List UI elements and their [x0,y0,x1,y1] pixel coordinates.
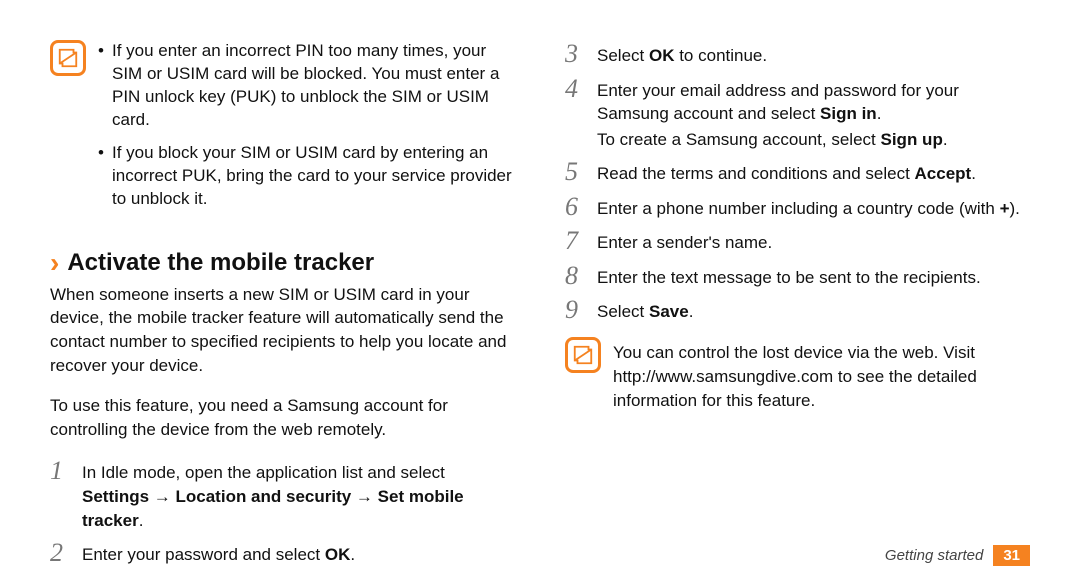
paragraph: When someone inserts a new SIM or USIM c… [50,283,515,378]
note-box: You can control the lost device via the … [565,337,1030,412]
text: Select [597,302,649,321]
step-1: 1 In Idle mode, open the application lis… [50,457,515,532]
note-bullets: If you enter an incorrect PIN too many t… [98,40,515,211]
step-number: 7 [565,227,583,256]
text: to continue. [674,46,767,65]
text: . [943,130,948,149]
steps: 1 In Idle mode, open the application lis… [50,457,515,573]
text-bold: + [1000,199,1010,218]
step-8: 8 Enter the text message to be sent to t… [565,262,1030,291]
step-text: Read the terms and conditions and select… [597,158,1030,187]
steps: 3 Select OK to continue. 4 Enter your em… [565,40,1030,331]
step-9: 9 Select Save. [565,296,1030,325]
text-bold: Sign in [820,104,877,123]
step-text: Enter your password and select OK. [82,539,515,568]
step-2: 2 Enter your password and select OK. [50,539,515,568]
text: Select [597,46,649,65]
text-bold: OK [325,545,351,564]
text: Enter your email address and password fo… [597,81,959,124]
note-icon [565,337,601,373]
right-column: 3 Select OK to continue. 4 Enter your em… [565,40,1030,566]
text: . [139,511,144,530]
note-content: If you enter an incorrect PIN too many t… [98,40,515,221]
note-icon [50,40,86,76]
page-number: 31 [993,545,1030,566]
paragraph: To use this feature, you need a Samsung … [50,394,515,442]
text: In Idle mode, open the application list … [82,463,445,482]
step-number: 6 [565,193,583,222]
step-text: In Idle mode, open the application list … [82,457,515,532]
text: . [971,164,976,183]
text: . [689,302,694,321]
step-number: 2 [50,539,68,568]
text-bold: OK [649,46,675,65]
step-number: 8 [565,262,583,291]
step-number: 1 [50,457,68,532]
step-text: Enter the text message to be sent to the… [597,262,1030,291]
step-text: Enter a phone number including a country… [597,193,1030,222]
text: Enter a phone number including a country… [597,199,1000,218]
step-number: 4 [565,75,583,152]
text: . [877,104,882,123]
step-number: 3 [565,40,583,69]
page: If you enter an incorrect PIN too many t… [0,0,1080,586]
text: Read the terms and conditions and select [597,164,915,183]
step-text: Enter a sender's name. [597,227,1030,256]
text-bold: Accept [915,164,972,183]
step-number: 5 [565,158,583,187]
step-text: Enter your email address and password fo… [597,75,1030,152]
note-box: If you enter an incorrect PIN too many t… [50,40,515,221]
text: Enter your password and select [82,545,325,564]
note-text: You can control the lost device via the … [613,337,1030,412]
page-footer: Getting started 31 [885,545,1030,566]
section-heading: Activate the mobile tracker [67,249,374,277]
step-7: 7 Enter a sender's name. [565,227,1030,256]
left-column: If you enter an incorrect PIN too many t… [50,40,515,566]
step-text: Select Save. [597,296,1030,325]
section-heading-row: › Activate the mobile tracker [50,249,515,277]
step-subtext: To create a Samsung account, select Sign… [597,128,1030,152]
note-bullet: If you enter an incorrect PIN too many t… [98,40,515,132]
footer-section-name: Getting started [885,547,983,564]
step-6: 6 Enter a phone number including a count… [565,193,1030,222]
step-4: 4 Enter your email address and password … [565,75,1030,152]
note-bullet: If you block your SIM or USIM card by en… [98,142,515,211]
text-bold: Sign up [881,130,943,149]
step-5: 5 Read the terms and conditions and sele… [565,158,1030,187]
text: . [350,545,355,564]
text: ). [1010,199,1020,218]
chevron-right-icon: › [50,249,59,277]
step-3: 3 Select OK to continue. [565,40,1030,69]
step-number: 9 [565,296,583,325]
step-text: Select OK to continue. [597,40,1030,69]
text: To create a Samsung account, select [597,130,881,149]
text-bold: Save [649,302,689,321]
